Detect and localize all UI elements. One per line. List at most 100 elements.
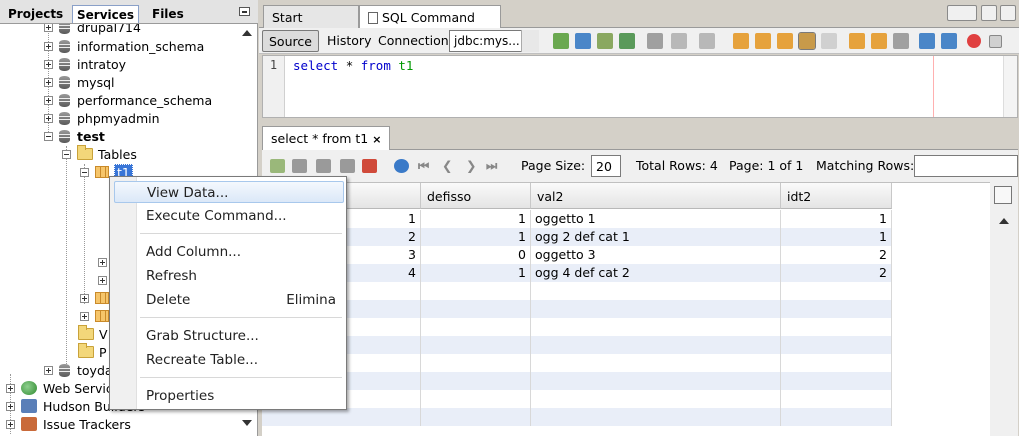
forward-icon[interactable]: [671, 33, 687, 49]
column-chooser-icon[interactable]: [994, 186, 1012, 204]
maximize-icon[interactable]: [1000, 5, 1016, 21]
expand-icon[interactable]: [98, 275, 107, 285]
tab-start-page[interactable]: Start Page✖: [263, 5, 359, 40]
table-row[interactable]: 4 1 ogg 4 def cat 2 2: [262, 264, 892, 282]
expand-icon[interactable]: [6, 383, 15, 393]
tab-sql-command[interactable]: SQL Command 1✖: [359, 5, 501, 40]
history-icon[interactable]: [597, 33, 613, 49]
chevron-down-icon[interactable]: [521, 30, 539, 52]
expand-icon[interactable]: [80, 293, 89, 303]
menu-item-properties[interactable]: Properties: [114, 385, 344, 407]
next-bookmark-icon[interactable]: [871, 33, 887, 49]
expand-icon[interactable]: [80, 311, 89, 321]
source-button[interactable]: Source: [262, 30, 319, 52]
select-connection-icon[interactable]: [575, 33, 591, 49]
column-header[interactable]: defisso: [421, 183, 531, 209]
column-header[interactable]: val2: [531, 183, 781, 209]
last-page-icon[interactable]: ⏭: [486, 158, 497, 174]
tree-node-db[interactable]: performance_schema: [44, 91, 212, 109]
menu-item-add-column[interactable]: Add Column...: [114, 241, 344, 263]
toggle-highlight-icon[interactable]: [798, 32, 816, 50]
expand-icon[interactable]: [44, 365, 53, 375]
menu-item-grab-structure[interactable]: Grab Structure...: [114, 325, 344, 347]
sql-code[interactable]: select * from t1: [293, 58, 413, 73]
expand-icon[interactable]: [44, 24, 53, 32]
close-icon[interactable]: ×: [372, 133, 381, 146]
expand-icon[interactable]: [44, 41, 53, 51]
expand-icon[interactable]: [6, 401, 15, 411]
tree-node-db[interactable]: mysql: [44, 73, 115, 91]
expand-icon[interactable]: [44, 59, 53, 69]
tree-node-db[interactable]: drupal714: [44, 24, 141, 36]
tree-node-procedures[interactable]: P: [78, 343, 107, 361]
prev-bookmark-icon[interactable]: [849, 33, 865, 49]
page-size-input[interactable]: 20: [591, 155, 621, 177]
tab-projects[interactable]: Projects: [4, 5, 67, 23]
grid-scrollbar[interactable]: [990, 182, 1018, 436]
scroll-up-icon[interactable]: [999, 218, 1009, 224]
collapse-icon[interactable]: [80, 167, 89, 177]
next-page-icon[interactable]: ❯: [466, 158, 476, 173]
rect-select-icon[interactable]: [821, 33, 837, 49]
expand-icon[interactable]: [44, 77, 53, 87]
bookmark-icon[interactable]: [699, 33, 715, 49]
matching-rows-input[interactable]: [914, 155, 1018, 177]
stop-macro-icon[interactable]: [989, 35, 1002, 48]
table-row[interactable]: 2 1 ogg 2 def cat 1 1: [262, 228, 892, 246]
table-row[interactable]: 1 1 oggetto 1 1: [262, 210, 892, 228]
delete-row-icon[interactable]: [292, 159, 307, 173]
tab-files[interactable]: Files: [148, 5, 188, 23]
toggle-bookmark-icon[interactable]: [893, 33, 909, 49]
column-header[interactable]: idt2: [781, 183, 892, 209]
minimize-icon[interactable]: [239, 7, 250, 16]
menu-item-recreate-table[interactable]: Recreate Table...: [114, 349, 344, 371]
tree-node-tables[interactable]: Tables: [62, 145, 137, 163]
find-next-icon[interactable]: [777, 33, 793, 49]
tree-node-db-test[interactable]: test: [44, 127, 105, 145]
commit-icon[interactable]: [316, 159, 331, 173]
find-prev-icon[interactable]: [755, 33, 771, 49]
insert-row-icon[interactable]: [270, 159, 285, 173]
scroll-down-icon[interactable]: [242, 420, 252, 426]
add-icon[interactable]: [619, 33, 635, 49]
history-button[interactable]: History: [321, 30, 377, 52]
cancel-edits-icon[interactable]: [340, 159, 355, 173]
tree-node-web-services[interactable]: Web Servic: [6, 379, 113, 397]
menu-item-execute-command[interactable]: Execute Command...: [114, 205, 344, 227]
table-row[interactable]: 3 0 oggetto 3 2: [262, 246, 892, 264]
sql-editor[interactable]: 1 select * from t1: [262, 55, 1018, 118]
table-icon: [95, 310, 109, 322]
menu-item-refresh[interactable]: Refresh: [114, 265, 344, 287]
refresh-icon[interactable]: [394, 159, 409, 173]
shift-left-icon[interactable]: [919, 33, 935, 49]
back-icon[interactable]: [647, 33, 663, 49]
shift-right-icon[interactable]: [941, 33, 957, 49]
record-macro-icon[interactable]: [967, 34, 981, 48]
collapse-icon[interactable]: [44, 131, 53, 141]
tree-node-db[interactable]: phpmyadmin: [44, 109, 160, 127]
tree-node-db[interactable]: toyda: [44, 361, 113, 379]
tree-node-views[interactable]: V: [78, 325, 108, 343]
run-sql-icon[interactable]: [553, 33, 569, 49]
first-page-icon[interactable]: ⏮: [418, 158, 429, 174]
collapse-icon[interactable]: [62, 149, 71, 159]
prev-page-icon[interactable]: ❮: [442, 158, 452, 173]
expand-icon[interactable]: [44, 113, 53, 123]
tree-node-db[interactable]: intratoy: [44, 55, 126, 73]
expand-icon[interactable]: [98, 257, 107, 267]
tab-scroll-icon[interactable]: [947, 5, 977, 21]
expand-icon[interactable]: [6, 419, 15, 429]
tab-result[interactable]: select * from t1 ×: [262, 126, 391, 150]
database-icon: [59, 111, 70, 125]
tree-node-issue-trackers[interactable]: Issue Trackers: [6, 415, 131, 433]
menu-item-delete[interactable]: Delete Elimina: [114, 289, 344, 311]
expand-icon[interactable]: [44, 95, 53, 105]
tree-node-db[interactable]: information_schema: [44, 37, 204, 55]
empty-row: [262, 390, 892, 408]
tab-services[interactable]: Services: [72, 5, 140, 23]
tab-list-icon[interactable]: [981, 5, 997, 21]
search-icon[interactable]: [733, 33, 749, 49]
scroll-up-icon[interactable]: [242, 30, 252, 36]
truncate-table-icon[interactable]: [362, 159, 377, 173]
menu-item-view-data[interactable]: View Data...: [114, 181, 344, 203]
